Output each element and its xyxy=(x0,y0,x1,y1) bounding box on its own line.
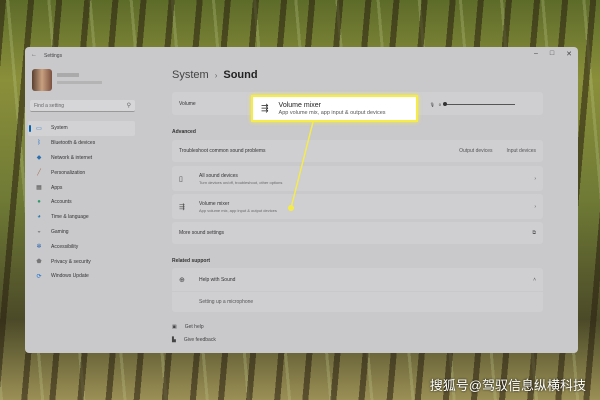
callout-line xyxy=(290,121,314,209)
callout-leader-line xyxy=(288,121,314,211)
volume-mixer-callout: ⇶ Volume mixer App volume mix, app input … xyxy=(251,95,418,122)
watermark: 搜狐号@驾驭信息纵横科技 xyxy=(429,378,586,393)
callout-subtitle: App volume mix, app input & output devic… xyxy=(278,109,386,116)
callout-title: Volume mixer xyxy=(278,101,321,109)
mixer-icon: ⇶ xyxy=(261,103,269,113)
callout-dot xyxy=(288,205,294,211)
